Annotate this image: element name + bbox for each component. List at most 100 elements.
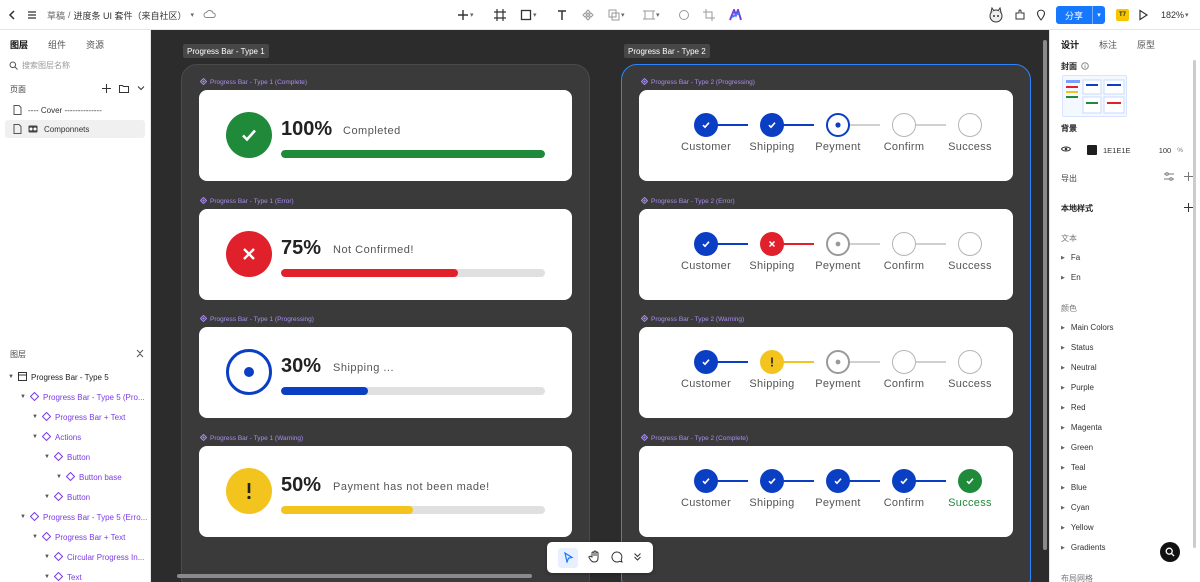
component-label[interactable]: Progress Bar - Type 2 (Complete) bbox=[640, 433, 748, 443]
component-label[interactable]: Progress Bar - Type 2 (Error) bbox=[640, 196, 735, 206]
horizontal-scrollbar[interactable] bbox=[177, 574, 532, 578]
export-settings-icon[interactable] bbox=[1164, 172, 1174, 183]
stepper-card-type2[interactable]: Customer Shipping Peyment Confirm Success bbox=[639, 90, 1013, 181]
layer-row[interactable]: ▼ Progress Bar - Type 5 (Erro... bbox=[20, 507, 147, 527]
caret-icon[interactable]: ▼ bbox=[44, 494, 50, 500]
background-hex[interactable]: 1E1E1E bbox=[1103, 146, 1131, 155]
caret-icon[interactable]: ▼ bbox=[8, 374, 14, 380]
color-style-item[interactable]: ▶ Teal bbox=[1061, 463, 1086, 472]
plugin-icon[interactable] bbox=[1014, 0, 1026, 30]
boolean-tool-icon[interactable]: ▾ bbox=[608, 0, 625, 30]
tab-annotate[interactable]: 标注 bbox=[1099, 38, 1117, 51]
cover-thumbnail[interactable] bbox=[1062, 75, 1127, 117]
collapse-all-icon[interactable] bbox=[136, 349, 145, 360]
progress-card-type1[interactable]: 50% Payment has not been made! bbox=[199, 445, 572, 537]
play-icon[interactable] bbox=[1137, 0, 1149, 30]
background-fill-row[interactable]: 1E1E1E 100 % bbox=[1060, 143, 1183, 157]
progress-card-type1[interactable]: 75% Not Confirmed! bbox=[199, 208, 572, 300]
frame-label-type2[interactable]: Progress Bar - Type 2 bbox=[624, 44, 710, 58]
color-style-item[interactable]: ▶ Purple bbox=[1061, 383, 1094, 392]
folder-icon[interactable] bbox=[119, 84, 129, 95]
chevron-down-icon[interactable] bbox=[137, 84, 145, 94]
component-tool-icon[interactable] bbox=[582, 0, 594, 30]
add-page-icon[interactable] bbox=[102, 83, 111, 95]
caret-icon[interactable]: ▼ bbox=[44, 574, 50, 580]
zoom-control[interactable]: 182% ▾ bbox=[1161, 0, 1189, 30]
background-opacity[interactable]: 100 bbox=[1159, 146, 1172, 155]
frame-tool-icon[interactable] bbox=[494, 0, 506, 30]
caret-icon[interactable]: ▼ bbox=[20, 394, 26, 400]
stepper-card-type2[interactable]: Customer Shipping Peyment Confirm Success bbox=[639, 327, 1013, 418]
color-style-item[interactable]: ▶ Red bbox=[1061, 403, 1086, 412]
add-tool[interactable]: ▾ bbox=[457, 0, 474, 30]
layer-row[interactable]: ▼ Button bbox=[44, 447, 90, 467]
info-icon[interactable] bbox=[1081, 61, 1089, 72]
caret-icon[interactable]: ▼ bbox=[56, 474, 62, 480]
frame-label-type1[interactable]: Progress Bar - Type 1 bbox=[183, 44, 269, 58]
layer-row[interactable]: ▼ Circular Progress In... bbox=[44, 547, 144, 567]
color-style-item[interactable]: ▶ Cyan bbox=[1061, 503, 1090, 512]
chevron-down-icon[interactable]: ▾ bbox=[191, 11, 195, 19]
color-style-item[interactable]: ▶ Neutral bbox=[1061, 363, 1097, 372]
avatar[interactable] bbox=[988, 0, 1004, 30]
tab-assets[interactable]: 资源 bbox=[86, 38, 104, 51]
component-label[interactable]: Progress Bar - Type 1 (Progressing) bbox=[199, 314, 314, 324]
tab-prototype[interactable]: 原型 bbox=[1137, 38, 1155, 51]
component-label[interactable]: Progress Bar - Type 2 (Warning) bbox=[640, 314, 744, 324]
tab-components[interactable]: 组件 bbox=[48, 38, 66, 51]
layer-row[interactable]: ▼ Progress Bar + Text bbox=[32, 407, 125, 427]
ai-plugin-icon[interactable] bbox=[729, 0, 742, 30]
chevron-down-icon[interactable]: ▾ bbox=[1092, 6, 1105, 24]
layer-row[interactable]: ▼ Progress Bar - Type 5 bbox=[8, 367, 109, 387]
caret-icon[interactable]: ▼ bbox=[44, 554, 50, 560]
stepper-card-type2[interactable]: Customer Shipping Peyment Confirm Success bbox=[639, 208, 1013, 300]
breadcrumb-drafts[interactable]: 草稿 bbox=[47, 9, 65, 22]
caret-icon[interactable]: ▼ bbox=[20, 514, 26, 520]
layer-row[interactable]: ▼ Button base bbox=[56, 467, 122, 487]
circle-tool-icon[interactable] bbox=[678, 0, 690, 30]
layer-row[interactable]: ▼ Button bbox=[44, 487, 90, 507]
stepper-card-type2[interactable]: Customer Shipping Peyment Confirm Success bbox=[639, 445, 1013, 537]
layer-row[interactable]: ▼ Progress Bar + Text bbox=[32, 527, 125, 547]
layer-row[interactable]: ▼ Progress Bar - Type 5 (Pro... bbox=[20, 387, 145, 407]
menu-icon[interactable] bbox=[26, 0, 38, 30]
add-style-icon[interactable] bbox=[1184, 203, 1193, 214]
text-tool-icon[interactable] bbox=[556, 0, 568, 30]
vertical-scrollbar[interactable] bbox=[1043, 40, 1047, 550]
component-label[interactable]: Progress Bar - Type 2 (Progressing) bbox=[640, 77, 755, 87]
rectangle-tool-icon[interactable]: ▾ bbox=[520, 0, 537, 30]
layer-search[interactable]: 搜索图层名称 bbox=[9, 58, 144, 72]
user-badge[interactable]: T7 bbox=[1116, 9, 1129, 21]
crop-tool-icon[interactable] bbox=[703, 0, 715, 30]
caret-icon[interactable]: ▼ bbox=[44, 454, 50, 460]
component-label[interactable]: Progress Bar - Type 1 (Error) bbox=[199, 196, 294, 206]
layer-row[interactable]: ▼ Text bbox=[44, 567, 82, 582]
layer-row[interactable]: ▼ Actions bbox=[32, 427, 81, 447]
comment-tool-icon[interactable] bbox=[611, 550, 623, 565]
right-panel-scrollbar[interactable] bbox=[1193, 60, 1196, 548]
share-button[interactable]: 分享 ▾ bbox=[1056, 6, 1105, 24]
color-swatch[interactable] bbox=[1087, 145, 1097, 155]
location-pin-icon[interactable] bbox=[1035, 0, 1047, 30]
text-style-item[interactable]: ▶ En bbox=[1061, 273, 1081, 282]
progress-card-type1[interactable]: 100% Completed bbox=[199, 90, 572, 181]
color-style-item[interactable]: ▶ Yellow bbox=[1061, 523, 1094, 532]
canvas[interactable]: Progress Bar - Type 1 Progress Bar - Typ… bbox=[151, 30, 1049, 582]
hand-tool-icon[interactable] bbox=[588, 550, 601, 565]
caret-icon[interactable]: ▼ bbox=[32, 414, 38, 420]
more-tools-icon[interactable] bbox=[633, 552, 642, 563]
back-icon[interactable] bbox=[6, 0, 18, 30]
caret-icon[interactable]: ▼ bbox=[32, 534, 38, 540]
page-item-cover[interactable]: ---- Cover -------------- bbox=[5, 101, 145, 119]
mask-tool-icon[interactable]: ▾ bbox=[643, 0, 660, 30]
tab-layers[interactable]: 图层 bbox=[10, 38, 28, 51]
progress-card-type1[interactable]: 30% Shipping ... bbox=[199, 327, 572, 418]
color-style-item[interactable]: ▶ Magenta bbox=[1061, 423, 1102, 432]
add-export-icon[interactable] bbox=[1184, 172, 1193, 183]
component-label[interactable]: Progress Bar - Type 1 (Complete) bbox=[199, 77, 307, 87]
color-style-item[interactable]: ▶ Gradients bbox=[1061, 543, 1106, 552]
eye-icon[interactable] bbox=[1060, 145, 1072, 155]
color-style-item[interactable]: ▶ Main Colors bbox=[1061, 323, 1114, 332]
search-button[interactable] bbox=[1160, 542, 1180, 562]
component-label[interactable]: Progress Bar - Type 1 (Warning) bbox=[199, 433, 303, 443]
